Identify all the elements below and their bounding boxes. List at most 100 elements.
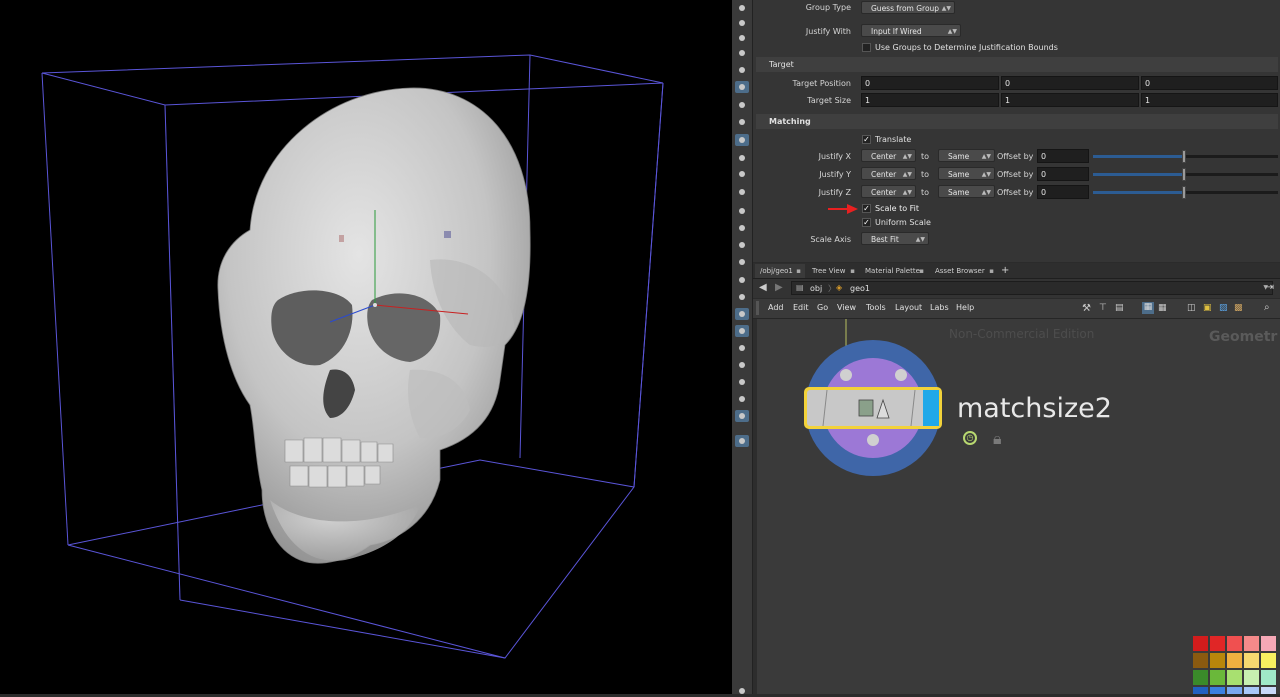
tree-icon[interactable]: ⊤ — [1099, 303, 1107, 313]
menu-layout[interactable]: Layout — [895, 303, 922, 312]
numbers-tool-icon[interactable] — [735, 239, 749, 251]
close-icon[interactable]: ▪ — [796, 264, 801, 278]
tab-obj-geo1[interactable]: /obj/geo1 ▪ — [755, 264, 805, 278]
pen-tool-icon[interactable] — [735, 222, 749, 234]
target-section-header[interactable]: Target — [756, 57, 1278, 72]
palette-swatch[interactable] — [1244, 687, 1259, 694]
grid-tool-icon[interactable] — [735, 152, 749, 164]
slider-knob[interactable] — [1182, 150, 1186, 163]
palette-swatch[interactable] — [1227, 653, 1242, 668]
palette-swatch[interactable] — [1210, 670, 1225, 685]
palette-swatch[interactable] — [1244, 636, 1259, 651]
palette-swatch[interactable] — [1244, 670, 1259, 685]
scale-to-fit-checkbox[interactable]: ✓ — [862, 204, 871, 213]
palette-swatch[interactable] — [1227, 670, 1242, 685]
justify-with-select[interactable]: Input If Wired ▲▼ — [861, 24, 961, 37]
brush-tool-icon[interactable] — [735, 205, 749, 217]
move-tool-icon[interactable] — [735, 17, 749, 29]
palette-swatch[interactable] — [1210, 687, 1225, 694]
justify-z-target-select[interactable]: Same ▲▼ — [938, 185, 995, 198]
palette-swatch[interactable] — [1227, 636, 1242, 651]
palette-swatch[interactable] — [1210, 636, 1225, 651]
slider-knob[interactable] — [1182, 186, 1186, 199]
justify-y-mode-select[interactable]: Center ▲▼ — [861, 167, 916, 180]
palette-swatch[interactable] — [1210, 653, 1225, 668]
diamond-tool-icon[interactable] — [735, 342, 749, 354]
slider-knob[interactable] — [1182, 168, 1186, 181]
justify-y-offset-field[interactable]: 0 — [1037, 167, 1089, 181]
help-tool-icon[interactable] — [735, 685, 749, 697]
menu-help[interactable]: Help — [956, 303, 974, 312]
justify-x-target-select[interactable]: Same ▲▼ — [938, 149, 995, 162]
active-tool-icon[interactable] — [735, 81, 749, 93]
close-icon[interactable]: ▪ — [989, 264, 994, 278]
palette-swatch[interactable] — [1261, 670, 1276, 685]
target-position-x[interactable]: 0 — [861, 76, 999, 90]
palette-swatch[interactable] — [1193, 636, 1208, 651]
square-tool-icon[interactable] — [735, 393, 749, 405]
list-icon[interactable]: ▤ — [1115, 303, 1124, 313]
close-icon[interactable]: ▪ — [919, 264, 924, 278]
node-name-label[interactable]: matchsize2 — [957, 393, 1112, 424]
scale-axis-select[interactable]: Best Fit ▲▼ — [861, 232, 929, 245]
justify-z-offset-slider[interactable] — [1093, 186, 1278, 199]
palette-icon[interactable]: ▩ — [1234, 303, 1243, 313]
select-tool-icon[interactable] — [735, 2, 749, 14]
add-tab-plus-icon[interactable]: + — [999, 264, 1013, 278]
sphere-tool-icon[interactable] — [735, 64, 749, 76]
menu-add[interactable]: Add — [768, 303, 784, 312]
lock-icon[interactable]: 🔒︎ — [993, 429, 1002, 449]
pin-icon[interactable]: ⇥ — [1266, 282, 1274, 293]
network-tool-icon[interactable] — [735, 325, 749, 337]
justify-x-offset-field[interactable]: 0 — [1037, 149, 1089, 163]
sticky-note-icon[interactable]: ▣ — [1203, 303, 1212, 313]
uniform-scale-checkbox[interactable]: ✓ — [862, 218, 871, 227]
justify-x-offset-slider[interactable] — [1093, 150, 1278, 163]
image-icon[interactable]: ▨ — [1219, 303, 1228, 313]
forward-arrow-icon[interactable]: ▶ — [775, 282, 783, 293]
snap-tool-icon[interactable] — [735, 168, 749, 180]
matchsize-node-graphic[interactable] — [797, 319, 947, 484]
path-breadcrumb[interactable]: ▤ obj 〉 ◈ geo1 ▼ — [791, 281, 1273, 295]
menu-edit[interactable]: Edit — [793, 303, 809, 312]
breadcrumb-geo1[interactable]: geo1 — [850, 284, 870, 293]
tab-asset-browser[interactable]: Asset Browser ▪ — [930, 264, 998, 278]
group-type-select[interactable]: Guess from Group ▲▼ — [861, 1, 955, 14]
pin-tool-icon[interactable] — [735, 435, 749, 447]
lock-tool-icon[interactable] — [735, 32, 749, 44]
hand-tool-icon[interactable] — [735, 256, 749, 268]
network-box-icon[interactable]: ◫ — [1187, 303, 1196, 313]
target-size-z[interactable]: 1 — [1141, 93, 1278, 107]
search-icon[interactable]: ⌕ — [1264, 302, 1270, 313]
point-tool-icon[interactable] — [735, 186, 749, 198]
breadcrumb-obj[interactable]: obj — [810, 284, 822, 293]
bug-tool-icon[interactable] — [735, 291, 749, 303]
wrench-icon[interactable]: ⚒ — [1082, 303, 1091, 314]
grid-view-icon[interactable]: ▦ — [1142, 302, 1154, 314]
target-position-z[interactable]: 0 — [1141, 76, 1278, 90]
view-tool-icon[interactable] — [735, 47, 749, 59]
network-view[interactable]: Non-Commercial Edition Geometr matchsize… — [757, 319, 1280, 694]
menu-tools[interactable]: Tools — [866, 303, 886, 312]
target-position-y[interactable]: 0 — [1001, 76, 1139, 90]
wire-tool-icon[interactable] — [735, 376, 749, 388]
palette-swatch[interactable] — [1193, 670, 1208, 685]
palette-swatch[interactable] — [1261, 687, 1276, 694]
camera-tool-icon[interactable] — [735, 274, 749, 286]
image-tool-icon[interactable] — [735, 410, 749, 422]
menu-view[interactable]: View — [837, 303, 856, 312]
palette-swatch[interactable] — [1193, 687, 1208, 694]
justify-y-target-select[interactable]: Same ▲▼ — [938, 167, 995, 180]
justify-z-offset-field[interactable]: 0 — [1037, 185, 1089, 199]
matching-section-header[interactable]: Matching — [756, 114, 1278, 129]
target-size-x[interactable]: 1 — [861, 93, 999, 107]
clock-icon[interactable]: ◷ — [963, 431, 977, 445]
menu-go[interactable]: Go — [817, 303, 828, 312]
back-arrow-icon[interactable]: ◀ — [759, 282, 767, 293]
use-groups-checkbox[interactable] — [862, 43, 871, 52]
target-size-y[interactable]: 1 — [1001, 93, 1139, 107]
display-tool-icon[interactable] — [735, 134, 749, 146]
palette-swatch[interactable] — [1261, 653, 1276, 668]
justify-x-mode-select[interactable]: Center ▲▼ — [861, 149, 916, 162]
justify-y-offset-slider[interactable] — [1093, 168, 1278, 181]
